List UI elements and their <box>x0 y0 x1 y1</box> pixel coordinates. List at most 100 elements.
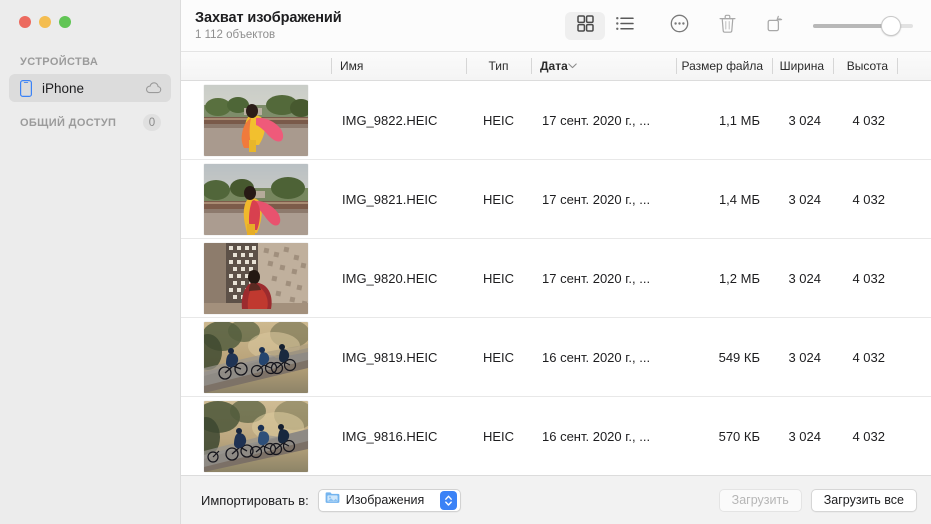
row-height: 4 032 <box>852 270 885 286</box>
row-name: IMG_9820.HEIC <box>342 270 438 286</box>
thumbnail-size-slider[interactable] <box>809 12 917 40</box>
photo-thumbnail-sari-terrace-a <box>204 84 308 156</box>
import-destination-popup[interactable]: Изображения <box>317 488 462 512</box>
row-type: HEIC <box>482 270 515 286</box>
grid-icon <box>576 14 594 37</box>
sidebar: УСТРОЙСТВА iPhone ОБЩИЙ ДОСТУП 0 <box>0 0 181 524</box>
table-row[interactable]: IMG_9820.HEIC HEIC 17 сент. 2020 г., ...… <box>181 239 931 318</box>
download-button[interactable]: Загрузить <box>718 488 802 512</box>
minimize-button[interactable] <box>39 16 51 28</box>
ellipsis-circle-icon <box>670 14 689 38</box>
row-date: 17 сент. 2020 г., ... <box>542 270 651 286</box>
table-row[interactable]: IMG_9816.HEIC HEIC 16 сент. 2020 г., ...… <box>181 397 931 475</box>
zoom-button[interactable] <box>59 16 71 28</box>
title-block: Захват изображений 1 112 объектов <box>193 10 342 42</box>
trash-icon <box>719 14 736 38</box>
column-header-height[interactable]: Высота <box>833 52 897 80</box>
image-capture-window: УСТРОЙСТВА iPhone ОБЩИЙ ДОСТУП 0 Захват … <box>0 0 931 524</box>
rotate-button[interactable] <box>755 12 795 40</box>
table-row[interactable]: IMG_9821.HEIC HEIC 17 сент. 2020 г., ...… <box>181 160 931 239</box>
column-header-name[interactable]: Имя <box>331 52 466 80</box>
sidebar-section-shared-label: ОБЩИЙ ДОСТУП <box>20 116 117 129</box>
row-name: IMG_9816.HEIC <box>342 428 438 444</box>
row-thumbnail <box>181 160 331 238</box>
column-header-type[interactable]: Тип <box>466 52 531 80</box>
row-name: IMG_9821.HEIC <box>342 191 438 207</box>
row-width: 3 024 <box>788 112 821 128</box>
row-size: 1,4 МБ <box>718 191 760 207</box>
photo-thumbnail-cyclists-b <box>204 400 308 472</box>
sidebar-item-iphone[interactable]: iPhone <box>9 74 171 102</box>
row-size: 549 КБ <box>718 349 760 365</box>
row-size: 1,2 МБ <box>718 270 760 286</box>
row-type: HEIC <box>482 349 515 365</box>
row-type: HEIC <box>482 112 515 128</box>
column-header-width[interactable]: Ширина <box>772 52 833 80</box>
row-size: 1,1 МБ <box>718 112 760 128</box>
row-height: 4 032 <box>852 191 885 207</box>
cloud-icon <box>145 82 162 94</box>
delete-button[interactable] <box>707 12 747 40</box>
row-height: 4 032 <box>852 349 885 365</box>
close-button[interactable] <box>19 16 31 28</box>
sidebar-item-label: iPhone <box>42 80 85 96</box>
row-height: 4 032 <box>852 428 885 444</box>
table-column-header: Имя Тип Дата Размер файла Ширина Высота <box>181 52 931 81</box>
column-header-date[interactable]: Дата <box>531 52 676 80</box>
row-date: 17 сент. 2020 г., ... <box>542 191 651 207</box>
row-extra <box>897 397 931 475</box>
sidebar-section-shared: ОБЩИЙ ДОСТУП 0 <box>0 102 180 131</box>
popup-stepper-icon[interactable] <box>440 490 458 510</box>
toolbar-buttons <box>565 11 917 40</box>
bottom-actions: Загрузить Загрузить все <box>718 488 917 512</box>
row-width: 3 024 <box>788 191 821 207</box>
row-type: HEIC <box>482 191 515 207</box>
import-destination-label: Импортировать в: <box>201 492 309 508</box>
photo-thumbnail-cyclists-a <box>204 321 308 393</box>
row-date: 16 сент. 2020 г., ... <box>542 349 651 365</box>
column-header-extra[interactable] <box>897 52 931 80</box>
window-controls <box>0 0 180 44</box>
row-size: 570 КБ <box>718 428 760 444</box>
row-date: 16 сент. 2020 г., ... <box>542 428 651 444</box>
row-name: IMG_9819.HEIC <box>342 349 438 365</box>
toolbar: Захват изображений 1 112 объектов <box>181 0 931 52</box>
row-type: HEIC <box>482 428 515 444</box>
row-extra <box>897 160 931 238</box>
bottom-bar: Импортировать в: Изображения Загрузить З… <box>181 475 931 524</box>
main-area: Захват изображений 1 112 объектов Имя Ти… <box>181 0 931 524</box>
slider-thumb[interactable] <box>881 15 901 36</box>
more-options-button[interactable] <box>659 12 699 40</box>
iphone-icon <box>20 79 32 97</box>
shared-count-badge: 0 <box>143 114 161 131</box>
row-width: 3 024 <box>788 428 821 444</box>
row-extra <box>897 318 931 396</box>
row-thumbnail <box>181 397 331 475</box>
table-row[interactable]: IMG_9822.HEIC HEIC 17 сент. 2020 г., ...… <box>181 81 931 160</box>
item-count: 1 112 объектов <box>195 28 276 41</box>
file-list[interactable]: IMG_9822.HEIC HEIC 17 сент. 2020 г., ...… <box>181 81 931 475</box>
row-thumbnail <box>181 239 331 317</box>
folder-icon <box>325 491 340 509</box>
column-header-size[interactable]: Размер файла <box>676 52 772 80</box>
row-name: IMG_9822.HEIC <box>342 112 438 128</box>
column-header-thumbnail[interactable] <box>181 52 331 80</box>
chevron-down-icon <box>568 63 585 69</box>
page-title: Захват изображений <box>195 9 342 26</box>
table-row[interactable]: IMG_9819.HEIC HEIC 16 сент. 2020 г., ...… <box>181 318 931 397</box>
row-thumbnail <box>181 81 331 159</box>
row-height: 4 032 <box>852 112 885 128</box>
grid-view-button[interactable] <box>565 11 605 40</box>
download-all-button[interactable]: Загрузить все <box>810 488 917 512</box>
row-width: 3 024 <box>788 270 821 286</box>
photo-thumbnail-sari-terrace-b <box>204 163 308 235</box>
list-icon <box>616 16 634 36</box>
photo-thumbnail-sari-lattice <box>204 242 308 314</box>
row-thumbnail <box>181 318 331 396</box>
sidebar-section-devices: УСТРОЙСТВА <box>20 56 99 68</box>
import-destination-value: Изображения <box>345 493 425 507</box>
rotate-icon <box>766 14 784 38</box>
row-date: 17 сент. 2020 г., ... <box>542 112 651 128</box>
row-width: 3 024 <box>788 349 821 365</box>
list-view-button[interactable] <box>605 12 645 40</box>
